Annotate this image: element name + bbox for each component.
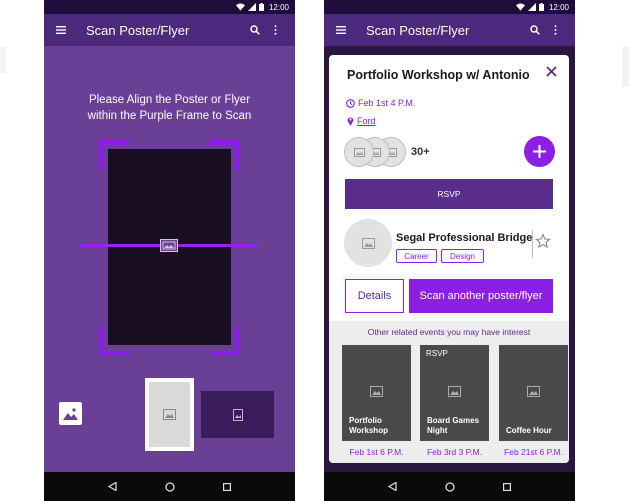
related-header: Other related events you may have intere…: [367, 327, 531, 337]
event-date: Feb 1st 4 P.M.: [346, 98, 415, 108]
related-event-top-label: RSVP: [426, 349, 448, 358]
background-stub-right: [622, 47, 629, 87]
attendee-avatars[interactable]: [344, 137, 406, 167]
app-bar: Scan Poster/Flyer: [44, 14, 295, 46]
star-outline-icon[interactable]: [535, 233, 551, 249]
navigation-bar: [324, 472, 575, 501]
background-stub-left: [0, 47, 6, 73]
hamburger-menu-icon[interactable]: [334, 26, 348, 34]
home-icon[interactable]: [160, 477, 180, 497]
related-events: Other related events you may have intere…: [329, 321, 569, 463]
image-placeholder-icon: [448, 386, 461, 397]
wifi-icon: [235, 3, 245, 11]
app-bar: Scan Poster/Flyer: [324, 14, 575, 46]
related-event-card[interactable]: Coffee Hour: [499, 345, 568, 441]
image-placeholder-icon: [232, 408, 243, 421]
clock-icon: [346, 98, 355, 108]
battery-icon: [258, 3, 264, 11]
organizer-name[interactable]: Segal Professional Bridge: [396, 232, 532, 244]
back-icon[interactable]: [103, 477, 123, 497]
scan-another-button[interactable]: Scan another poster/flyer: [409, 279, 553, 313]
battery-icon: [538, 3, 544, 11]
organizer-avatar: [344, 219, 392, 267]
navigation-bar: [44, 472, 295, 501]
phone-scan-screen: 12:00 Scan Poster/Flyer Please Align the…: [44, 0, 295, 501]
details-button[interactable]: Details: [345, 279, 404, 313]
wifi-icon: [515, 3, 525, 11]
add-button[interactable]: [524, 136, 555, 167]
status-bar: 12:00: [324, 0, 575, 14]
related-event-title: Board Games Night: [427, 416, 480, 435]
event-card: Portfolio Workshop w/ Antonio Feb 1st 4 …: [329, 55, 569, 463]
page: 12:00 Scan Poster/Flyer Please Align the…: [0, 0, 629, 501]
related-event-date: Feb 1st 6 P.M.: [349, 447, 404, 457]
tag-design[interactable]: Design: [441, 249, 484, 263]
more-vert-icon[interactable]: [545, 25, 565, 35]
gallery-icon: [63, 407, 78, 420]
related-event-title: Portfolio Workshop: [349, 416, 388, 435]
scan-instructions-line-2: within the Purple Frame to Scan: [87, 110, 252, 122]
image-placeholder-icon: [361, 237, 375, 249]
status-bar: 12:00: [44, 0, 295, 14]
event-title: Portfolio Workshop w/ Antonio: [347, 68, 530, 82]
divider: [532, 230, 533, 258]
recents-icon[interactable]: [497, 477, 517, 497]
app-bar-title: Scan Poster/Flyer: [366, 22, 470, 38]
status-time: 12:00: [548, 2, 569, 12]
status-icons: [235, 3, 264, 11]
hamburger-menu-icon[interactable]: [54, 26, 68, 34]
phone-event-screen: 12:00 Scan Poster/Flyer Portfolio Worksh…: [324, 0, 575, 501]
event-date-text: Feb 1st 4 P.M.: [358, 98, 416, 108]
back-icon[interactable]: [383, 477, 403, 497]
signal-icon: [247, 3, 256, 11]
frame-corner-bottom-left: [99, 326, 129, 356]
app-bar-title: Scan Poster/Flyer: [86, 22, 190, 38]
avatar: [344, 137, 374, 167]
related-event-title: Coffee Hour: [506, 426, 552, 435]
rsvp-button[interactable]: RSVP: [345, 179, 553, 209]
location-pin-icon: [347, 117, 354, 126]
thumbnail[interactable]: [201, 391, 274, 438]
tag-career[interactable]: Career: [396, 249, 437, 263]
related-event-date: Feb 3rd 3 P.M.: [426, 447, 483, 457]
scan-instructions-line-1: Please Align the Poster or Flyer: [88, 94, 251, 106]
attendee-count: 30+: [411, 146, 430, 158]
image-placeholder-icon: [370, 386, 383, 397]
status-time: 12:00: [268, 2, 289, 12]
image-placeholder-icon: [163, 409, 176, 420]
recents-icon[interactable]: [217, 477, 237, 497]
image-placeholder-icon: [353, 147, 365, 157]
image-placeholder-icon: [527, 386, 540, 397]
search-icon[interactable]: [245, 25, 265, 35]
scan-viewfinder: Please Align the Poster or Flyer within …: [44, 46, 295, 472]
image-placeholder-icon: [160, 239, 178, 252]
close-icon[interactable]: [543, 63, 559, 79]
event-location-text: Ford: [357, 116, 376, 126]
signal-icon: [527, 3, 536, 11]
gallery-button[interactable]: [59, 402, 82, 425]
frame-corner-top-left: [99, 140, 129, 170]
frame-corner-bottom-right: [210, 326, 240, 356]
status-icons: [515, 3, 544, 11]
scan-instructions: Please Align the Poster or Flyer within …: [44, 92, 295, 124]
frame-corner-top-right: [210, 140, 240, 170]
event-location[interactable]: Ford: [347, 116, 376, 126]
more-vert-icon[interactable]: [265, 25, 285, 35]
thumbnail-selected[interactable]: [145, 378, 194, 451]
plus-icon: [533, 145, 546, 158]
related-event-card[interactable]: Portfolio Workshop: [342, 345, 411, 441]
search-icon[interactable]: [525, 25, 545, 35]
related-event-date: Feb 21st 6 P.M.: [504, 447, 563, 457]
related-event-card[interactable]: RSVP Board Games Night: [420, 345, 489, 441]
home-icon[interactable]: [440, 477, 460, 497]
